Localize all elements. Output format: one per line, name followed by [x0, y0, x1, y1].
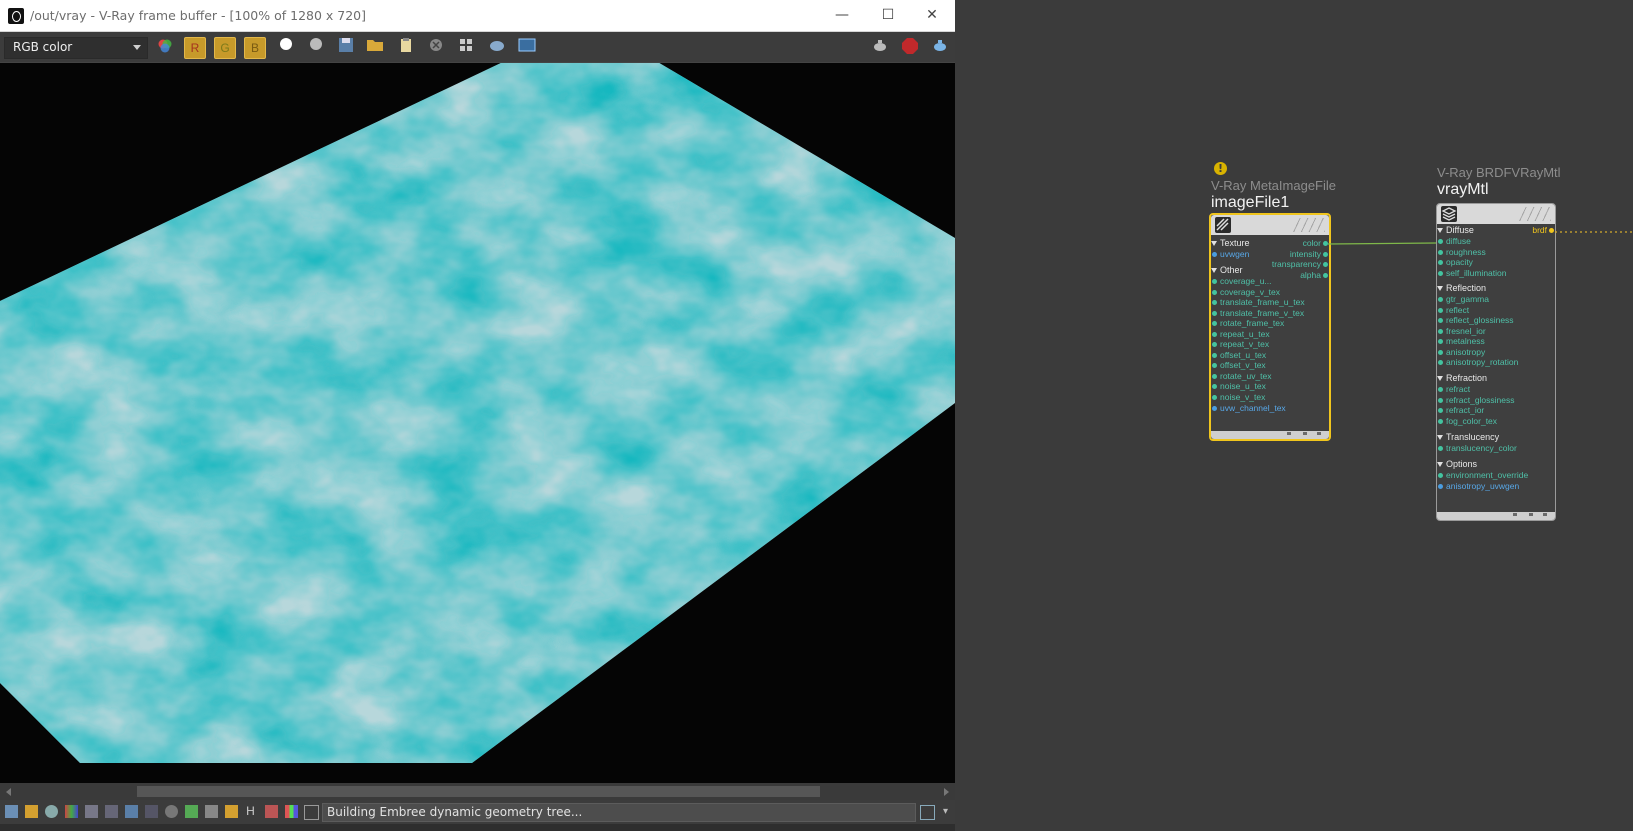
red-channel-button[interactable]: R: [184, 37, 206, 59]
color-channels-icon[interactable]: [155, 37, 175, 57]
levels-icon[interactable]: [85, 805, 98, 818]
fit-window-icon[interactable]: [920, 805, 935, 820]
render-history-icon[interactable]: [25, 805, 38, 818]
close-button[interactable]: ✕: [909, 0, 955, 31]
folder-open-icon[interactable]: [365, 37, 385, 57]
window-title: /out/vray - V-Ray frame buffer - [100% o…: [30, 8, 367, 23]
lock-icon[interactable]: [304, 805, 319, 820]
stereo-icon[interactable]: [265, 805, 278, 818]
color-correction-icon[interactable]: [65, 805, 78, 818]
green-channel-button[interactable]: G: [214, 37, 236, 59]
render-region-icon[interactable]: [487, 37, 507, 57]
channel-value: RGB color: [13, 40, 73, 54]
channel-dropdown[interactable]: RGB color: [4, 37, 148, 59]
stop-render-icon[interactable]: [900, 37, 920, 57]
rendered-image: [0, 63, 955, 763]
window-bottom-edge: [0, 824, 955, 831]
app-icon: [8, 8, 24, 24]
minimize-button[interactable]: —: [819, 0, 865, 31]
status-message: Building Embree dynamic geometry tree...: [327, 805, 583, 819]
save-icon[interactable]: [336, 37, 356, 57]
lut-icon[interactable]: [145, 805, 158, 818]
lens-effects-icon[interactable]: [225, 805, 238, 818]
ocio-icon[interactable]: [165, 805, 178, 818]
histogram-icon[interactable]: [125, 805, 138, 818]
curves-icon[interactable]: [105, 805, 118, 818]
compare-ab-icon[interactable]: [517, 37, 537, 57]
gray-circle-icon[interactable]: [306, 37, 326, 57]
scroll-right-icon[interactable]: [944, 788, 949, 796]
compare-bars-icon[interactable]: [285, 805, 298, 818]
blue-channel-button[interactable]: B: [244, 37, 266, 59]
vfb-toolbar: RGB color R G B: [0, 32, 955, 62]
status-bar: H Building Embree dynamic geometry tree.…: [0, 800, 955, 824]
teapot-interactive-icon[interactable]: [930, 37, 950, 57]
icc-icon[interactable]: [185, 805, 198, 818]
render-viewport[interactable]: [0, 63, 955, 783]
white-circle-icon[interactable]: [276, 37, 296, 57]
status-message-field: Building Embree dynamic geometry tree...: [322, 803, 916, 822]
expand-chevrons-icon[interactable]: ▾: [939, 805, 952, 818]
clear-image-icon[interactable]: [426, 37, 446, 57]
scrollbar-thumb[interactable]: [137, 786, 820, 797]
maximize-button[interactable]: ☐: [865, 0, 911, 31]
pixel-aspect-icon[interactable]: [205, 805, 218, 818]
vray-frame-buffer-window[interactable]: /out/vray - V-Ray frame buffer - [100% o…: [0, 0, 955, 831]
info-icon[interactable]: [45, 805, 58, 818]
title-bar[interactable]: /out/vray - V-Ray frame buffer - [100% o…: [0, 0, 955, 32]
track-mouse-icon[interactable]: [456, 37, 476, 57]
clipboard-icon[interactable]: [396, 37, 416, 57]
horizontal-scrollbar[interactable]: [0, 783, 955, 800]
chevron-down-icon: [133, 45, 141, 50]
display-window-icon[interactable]: [5, 805, 18, 818]
hdr-icon[interactable]: H: [244, 805, 257, 818]
scroll-left-icon[interactable]: [6, 788, 11, 796]
teapot-render-icon[interactable]: [870, 37, 890, 57]
